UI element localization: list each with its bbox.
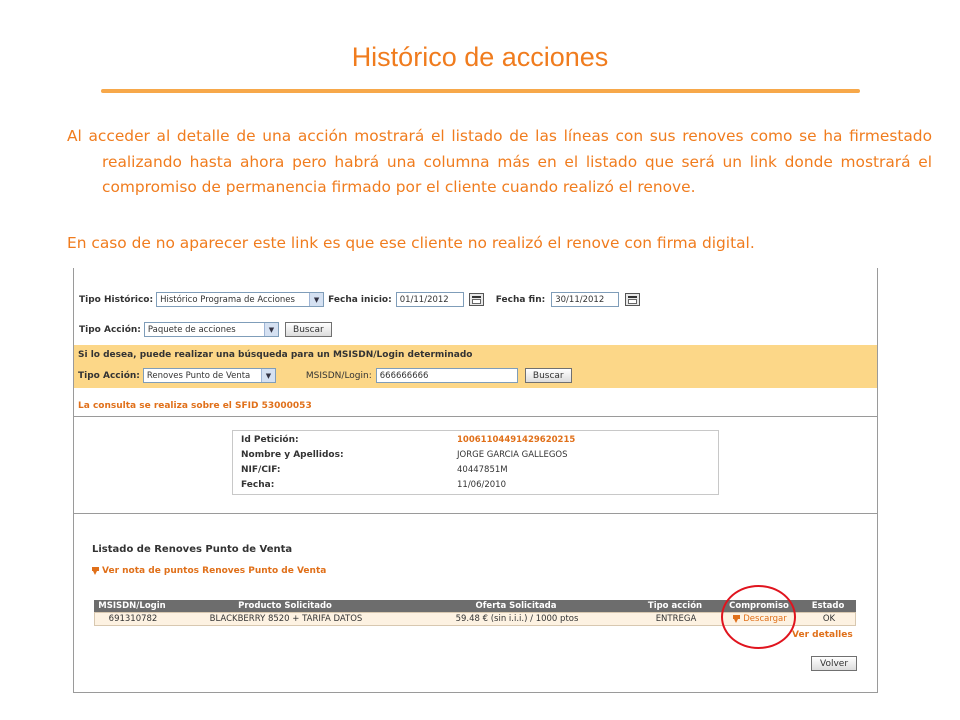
msisdn-value: 666666666 [379,370,429,381]
col-msisdn: MSISDN/Login [98,601,166,611]
divider [74,416,877,417]
fecha-inicio-label: Fecha inicio: [328,294,392,305]
fecha-fin-value: 30/11/2012 [555,294,605,305]
cell-estado: OK [822,614,836,624]
msisdn-input[interactable]: 666666666 [375,368,518,383]
calendar-icon[interactable] [468,293,484,306]
cell-producto: BLACKBERRY 8520 + TARIFA DATOS [209,614,363,624]
fecha-fin-label: Fecha fin: [495,294,546,305]
fecha-label: Fecha: [241,480,275,490]
intro-paragraph: Al acceder al detalle de una acción most… [67,127,932,196]
chevron-down-icon: ▼ [309,293,324,306]
fecha-inicio-value: 01/11/2012 [399,294,449,305]
col-tipo-accion: Tipo acción [647,601,703,611]
highlight-circle [721,585,796,649]
detail-box: Id Petición: 10061104491429620215 Nombre… [232,430,719,495]
listado-title: Listado de Renoves Punto de Venta [92,544,293,555]
col-estado: Estado [811,601,845,611]
cell-msisdn: 691310782 [108,614,158,624]
fecha-value: 11/06/2010 [457,480,506,490]
download-icon [92,567,99,575]
id-peticion-label: Id Petición: [241,435,299,445]
band-tipo-accion-value: Renoves Punto de Venta [146,370,251,381]
band-buscar-button[interactable]: Buscar [524,368,572,383]
band-tipo-accion-label: Tipo Acción: [78,370,140,381]
col-oferta: Oferta Solicitada [475,601,557,611]
col-producto: Producto Solicitado [238,601,332,611]
band-tipo-accion-select[interactable]: Renoves Punto de Venta ▼ [142,368,276,383]
fecha-fin-input[interactable]: 30/11/2012 [551,292,620,307]
volver-button[interactable]: Volver [811,656,857,671]
ver-detalles-link[interactable]: Ver detalles [792,630,853,640]
note-paragraph: En caso de no aparecer este link es que … [67,234,755,252]
sfid-notice: La consulta se realiza sobre el SFID 530… [78,401,312,411]
chevron-down-icon: ▼ [260,369,275,382]
nif-value: 40447851M [457,465,508,475]
msisdn-label: MSISDN/Login: [305,370,372,381]
tipo-historico-select[interactable]: Histórico Programa de Acciones ▼ [156,292,325,307]
tipo-historico-label: Tipo Histórico: [79,294,154,305]
buscar-button[interactable]: Buscar [284,322,332,337]
tipo-accion-label: Tipo Acción: [79,324,141,335]
search-band-heading: Si lo desea, puede realizar una búsqueda… [78,350,473,360]
calendar-icon[interactable] [625,293,641,306]
cell-oferta: 59.48 € (sin i.i.i.) / 1000 ptos [455,614,579,624]
divider [74,513,877,514]
fecha-inicio-input[interactable]: 01/11/2012 [395,292,464,307]
nombre-label: Nombre y Apellidos: [241,450,344,460]
cell-tipo-accion: ENTREGA [655,614,697,624]
tipo-accion-select[interactable]: Paquete de acciones ▼ [143,322,279,337]
tipo-historico-value: Histórico Programa de Acciones [160,294,295,305]
nombre-value: JORGE GARCIA GALLEGOS [457,450,568,460]
title-underline [101,89,860,93]
ver-nota-link[interactable]: Ver nota de puntos Renoves Punto de Vent… [102,566,326,576]
nif-label: NIF/CIF: [241,465,281,475]
chevron-down-icon: ▼ [263,323,278,336]
app-screenshot: Tipo Histórico: Histórico Programa de Ac… [73,268,878,693]
slide-title: Histórico de acciones [351,42,609,72]
tipo-accion-value: Paquete de acciones [147,324,236,335]
id-peticion-value: 10061104491429620215 [457,435,576,445]
